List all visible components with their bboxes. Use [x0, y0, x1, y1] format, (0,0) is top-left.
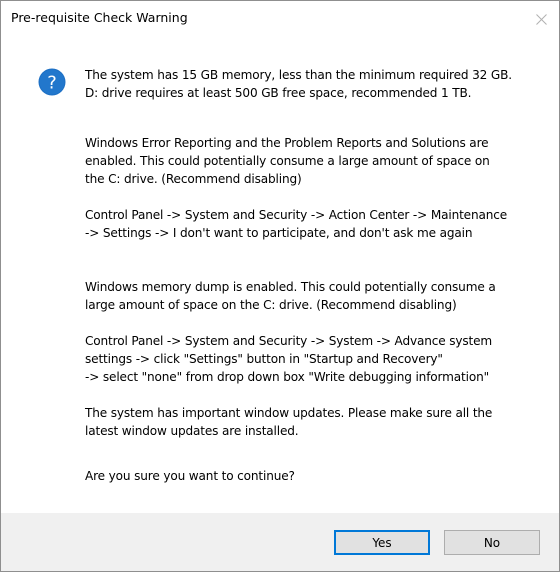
message-memory: The system has 15 GB memory, less than t… [85, 68, 512, 100]
message-updates: The system has important window updates.… [85, 406, 493, 438]
message-memory-dump-steps: Control Panel -> System and Security -> … [85, 334, 493, 384]
close-icon [535, 13, 547, 25]
yes-button[interactable]: Yes [334, 530, 430, 555]
button-bar: Yes No [1, 513, 559, 571]
dialog-window: Pre-requisite Check Warning ? The system… [0, 0, 560, 572]
message-memory-dump: Windows memory dump is enabled. This cou… [85, 280, 496, 312]
message-text: The system has 15 GB memory, less than t… [85, 66, 535, 485]
message-error-reporting-steps: Control Panel -> System and Security -> … [85, 208, 508, 240]
no-button[interactable]: No [444, 530, 540, 555]
message-error-reporting: Windows Error Reporting and the Problem … [85, 136, 490, 186]
dialog-content: ? The system has 15 GB memory, less than… [1, 37, 559, 513]
question-icon: ? [38, 68, 66, 96]
dialog-title: Pre-requisite Check Warning [11, 10, 188, 25]
message-confirm: Are you sure you want to continue? [85, 469, 295, 483]
svg-text:?: ? [47, 73, 57, 94]
close-button[interactable] [523, 1, 559, 37]
title-bar[interactable]: Pre-requisite Check Warning [1, 1, 559, 37]
